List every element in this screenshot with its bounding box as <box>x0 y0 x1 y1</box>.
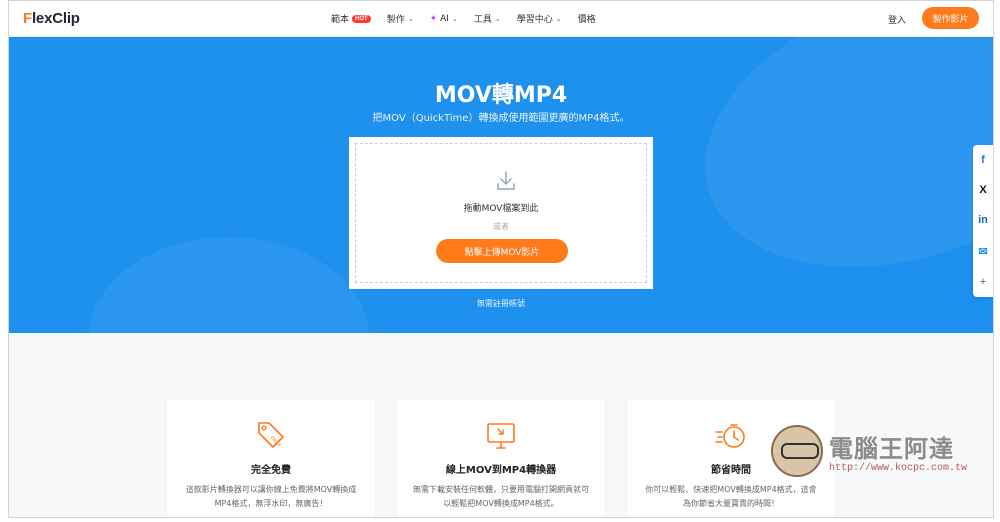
hot-badge: HOT <box>352 14 371 23</box>
main-menu: 範本 HOT 製作 ⌄ ✦ AI ⌄ 工具 ⌄ 學習中心 ⌄ 價格 <box>331 12 596 26</box>
chevron-down-icon: ⌄ <box>451 14 458 23</box>
download-icon <box>497 171 515 190</box>
menu-item-tools[interactable]: 工具 ⌄ <box>474 12 501 26</box>
site-watermark: 電腦王阿達 http://www.kocpc.com.tw <box>771 419 993 489</box>
upload-mov-button[interactable]: 點擊上傳MOV影片 <box>436 239 568 263</box>
feature-description: 無需下載安裝任何軟體，只要用電腦打開網頁就可以輕鬆把MOV轉換成MP4格式。 <box>413 485 589 508</box>
social-share-bar: f X in ✉ + <box>973 145 993 297</box>
x-twitter-icon[interactable]: X <box>973 184 993 196</box>
facebook-icon[interactable]: f <box>973 154 993 166</box>
feature-title: 完全免費 <box>251 465 291 476</box>
linkedin-icon[interactable]: in <box>973 214 993 226</box>
monitor-icon <box>487 423 515 449</box>
sparkle-icon: ✦ <box>429 13 438 24</box>
mascot-avatar <box>771 425 823 477</box>
page-title: MOV轉MP4 <box>434 83 568 108</box>
browser-viewport: FlexClip 範本 HOT 製作 ⌄ ✦ AI ⌄ 工具 ⌄ 學習中心 ⌄ <box>8 0 994 518</box>
watermark-url: http://www.kocpc.com.tw <box>829 463 968 474</box>
free-tag-icon: FREE <box>258 422 284 449</box>
feature-description: 這款影片轉換器可以讓你線上免費將MOV轉換成MP4格式，無浮水印，無廣告！ <box>185 485 357 508</box>
chevron-down-icon: ⌄ <box>494 14 501 23</box>
make-video-button[interactable]: 製作影片 <box>922 7 979 29</box>
login-link[interactable]: 登入 <box>888 13 906 26</box>
stopwatch-icon <box>715 424 745 448</box>
svg-text:FREE: FREE <box>269 435 283 449</box>
no-registration-note: 無需註冊帳號 <box>477 299 525 308</box>
top-nav: FlexClip 範本 HOT 製作 ⌄ ✦ AI ⌄ 工具 ⌄ 學習中心 ⌄ <box>9 1 993 37</box>
menu-item-ai[interactable]: ✦ AI ⌄ <box>430 12 458 25</box>
feature-card-online: 線上MOV到MP4轉換器 無需下載安裝任何軟體，只要用電腦打開網頁就可以輕鬆把M… <box>397 399 605 517</box>
flexclip-logo[interactable]: FlexClip <box>23 10 80 27</box>
file-dropzone[interactable]: 拖動MOV檔案到此 或者 點擊上傳MOV影片 <box>355 143 647 283</box>
chevron-down-icon: ⌄ <box>407 14 414 23</box>
decorative-blob <box>89 237 369 333</box>
drop-instruction: 拖動MOV檔案到此 <box>463 204 539 214</box>
email-icon[interactable]: ✉ <box>973 245 993 258</box>
menu-item-pricing[interactable]: 價格 <box>578 12 596 25</box>
chevron-down-icon: ⌄ <box>555 14 562 23</box>
hero-section: MOV轉MP4 把MOV（QuickTime）轉換成使用範圍更廣的MP4格式。 … <box>9 37 993 333</box>
menu-item-create[interactable]: 製作 ⌄ <box>387 12 414 26</box>
upload-card: 拖動MOV檔案到此 或者 點擊上傳MOV影片 <box>349 137 653 289</box>
more-share-icon[interactable]: + <box>973 276 993 288</box>
feature-title: 線上MOV到MP4轉換器 <box>445 465 557 476</box>
menu-item-templates[interactable]: 範本 HOT <box>331 12 371 25</box>
page-subtitle: 把MOV（QuickTime）轉換成使用範圍更廣的MP4格式。 <box>372 113 630 124</box>
feature-card-free: FREE 完全免費 這款影片轉換器可以讓你線上免費將MOV轉換成MP4格式，無浮… <box>167 399 375 517</box>
or-label: 或者 <box>493 222 509 231</box>
menu-item-learning[interactable]: 學習中心 ⌄ <box>517 12 562 26</box>
watermark-text: 電腦王阿達 <box>829 435 954 463</box>
